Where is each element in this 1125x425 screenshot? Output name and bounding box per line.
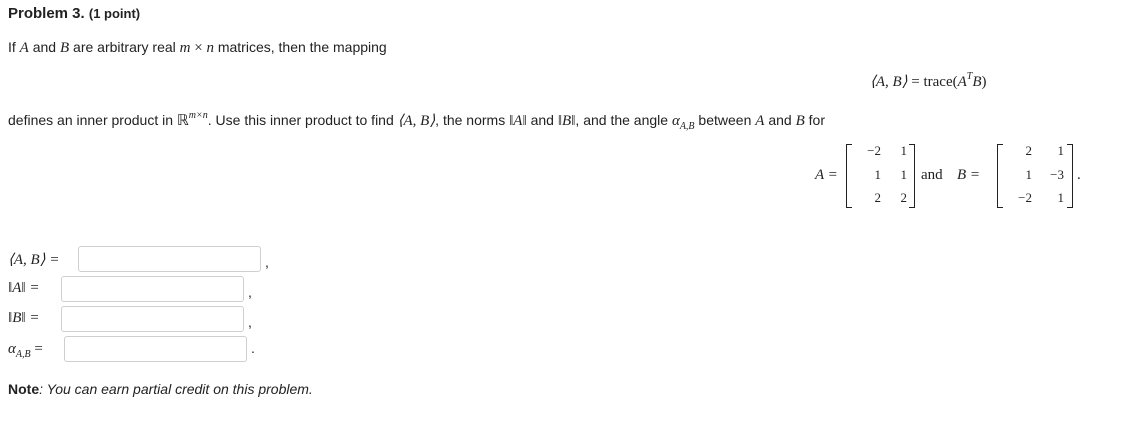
answer-punct: ,: [265, 254, 269, 270]
formula-transpose: T: [966, 71, 973, 82]
math-inner-product: ⟨A, B⟩: [397, 113, 436, 129]
math-norm-A: ‖A‖: [509, 113, 527, 129]
norm-A-input[interactable]: [61, 276, 244, 302]
math-m: m: [179, 40, 191, 56]
defines-part: , and the angle: [575, 112, 672, 128]
matrix-B-right-bracket: [1067, 144, 1073, 208]
angle-alpha: α: [8, 341, 16, 357]
matrix-B-label: B =: [957, 167, 981, 183]
matrix-B-left-bracket: [997, 144, 1003, 208]
answer-punct: .: [251, 340, 255, 356]
defines-part: for: [804, 112, 825, 128]
intro-part: and: [28, 39, 60, 55]
matrix-B-cell: 1: [1057, 143, 1065, 158]
matrix-end-period: .: [1077, 167, 1081, 183]
defines-part: between: [694, 112, 756, 128]
formula-close: ): [981, 74, 987, 90]
norm-B-input[interactable]: [61, 306, 244, 332]
matrix-A-left-bracket: [846, 144, 852, 208]
angle-input[interactable]: [64, 336, 247, 362]
formula-lhs: ⟨A, B⟩: [870, 74, 908, 90]
defines-text: defines an inner product in ℝm×n. Use th…: [8, 110, 825, 132]
formula-trace: = trace(: [907, 74, 958, 90]
intro-part: are arbitrary real: [69, 39, 180, 55]
math-R-superscript: m×n: [188, 110, 208, 121]
inner-product-input[interactable]: [78, 246, 261, 272]
intro-text: If A and B are arbitrary real m × n matr…: [8, 39, 387, 57]
angle-alpha-sub: A,B: [15, 349, 31, 360]
matrix-B-cell: −2: [1018, 190, 1032, 205]
formula-B: B: [972, 74, 982, 90]
answer-label-angle: αA,B =: [8, 340, 43, 360]
defines-part: , the norms: [435, 112, 510, 128]
note-label: Note: [8, 381, 40, 397]
problem-title: Problem 3. (1 point): [8, 5, 140, 22]
math-B: B: [795, 113, 805, 129]
answer-punct: ,: [248, 284, 252, 300]
defines-part: defines an inner product in: [8, 112, 177, 128]
matrix-A-cell: 2: [874, 190, 882, 205]
intro-part: matrices, then the mapping: [213, 39, 387, 55]
inner-product-formula: ⟨A, B⟩ = trace(ATB): [870, 71, 987, 91]
angle-eq: =: [30, 341, 43, 357]
matrix-B-cell: 2: [1025, 143, 1033, 158]
matrix-A-label: A =: [815, 167, 838, 183]
math-R: ℝ: [176, 113, 189, 129]
partial-credit-note: Note: You can earn partial credit on thi…: [8, 381, 313, 397]
formula-A: A: [957, 74, 967, 90]
problem-number: Problem 3.: [8, 5, 85, 22]
math-n: n: [206, 40, 214, 56]
answer-label-norm-B: ‖B‖ =: [8, 310, 40, 326]
defines-part: and: [764, 112, 796, 128]
matrix-A-cell: 1: [900, 167, 908, 182]
math-A: A: [19, 40, 29, 56]
defines-part: . Use this inner product to find: [207, 112, 398, 128]
problem-points: (1 point): [88, 6, 141, 21]
matrix-B-cell: −3: [1050, 167, 1064, 182]
defines-part: and: [526, 112, 558, 128]
matrix-A-cell: −2: [867, 143, 881, 158]
math-alpha: α: [671, 113, 680, 129]
math-alpha-sub: A,B: [679, 121, 695, 132]
math-norm-B: ‖B‖: [557, 113, 576, 129]
answer-label-norm-A: ‖A‖ =: [8, 280, 40, 296]
matrix-A-cell: 1: [900, 143, 908, 158]
matrix-A-right-bracket: [909, 144, 915, 208]
matrix-A-cell: 1: [874, 167, 882, 182]
intro-part: If: [8, 39, 20, 55]
matrix-B-cell: 1: [1057, 190, 1065, 205]
answer-punct: ,: [248, 314, 252, 330]
math-B: B: [59, 40, 70, 56]
matrix-A-cell: 2: [900, 190, 908, 205]
note-text: : You can earn partial credit on this pr…: [39, 381, 313, 397]
answer-label-inner-product: ⟨A, B⟩ =: [8, 252, 60, 268]
math-times: ×: [190, 40, 207, 56]
matrix-B-cell: 1: [1025, 167, 1033, 182]
matrix-and: and: [921, 167, 943, 183]
